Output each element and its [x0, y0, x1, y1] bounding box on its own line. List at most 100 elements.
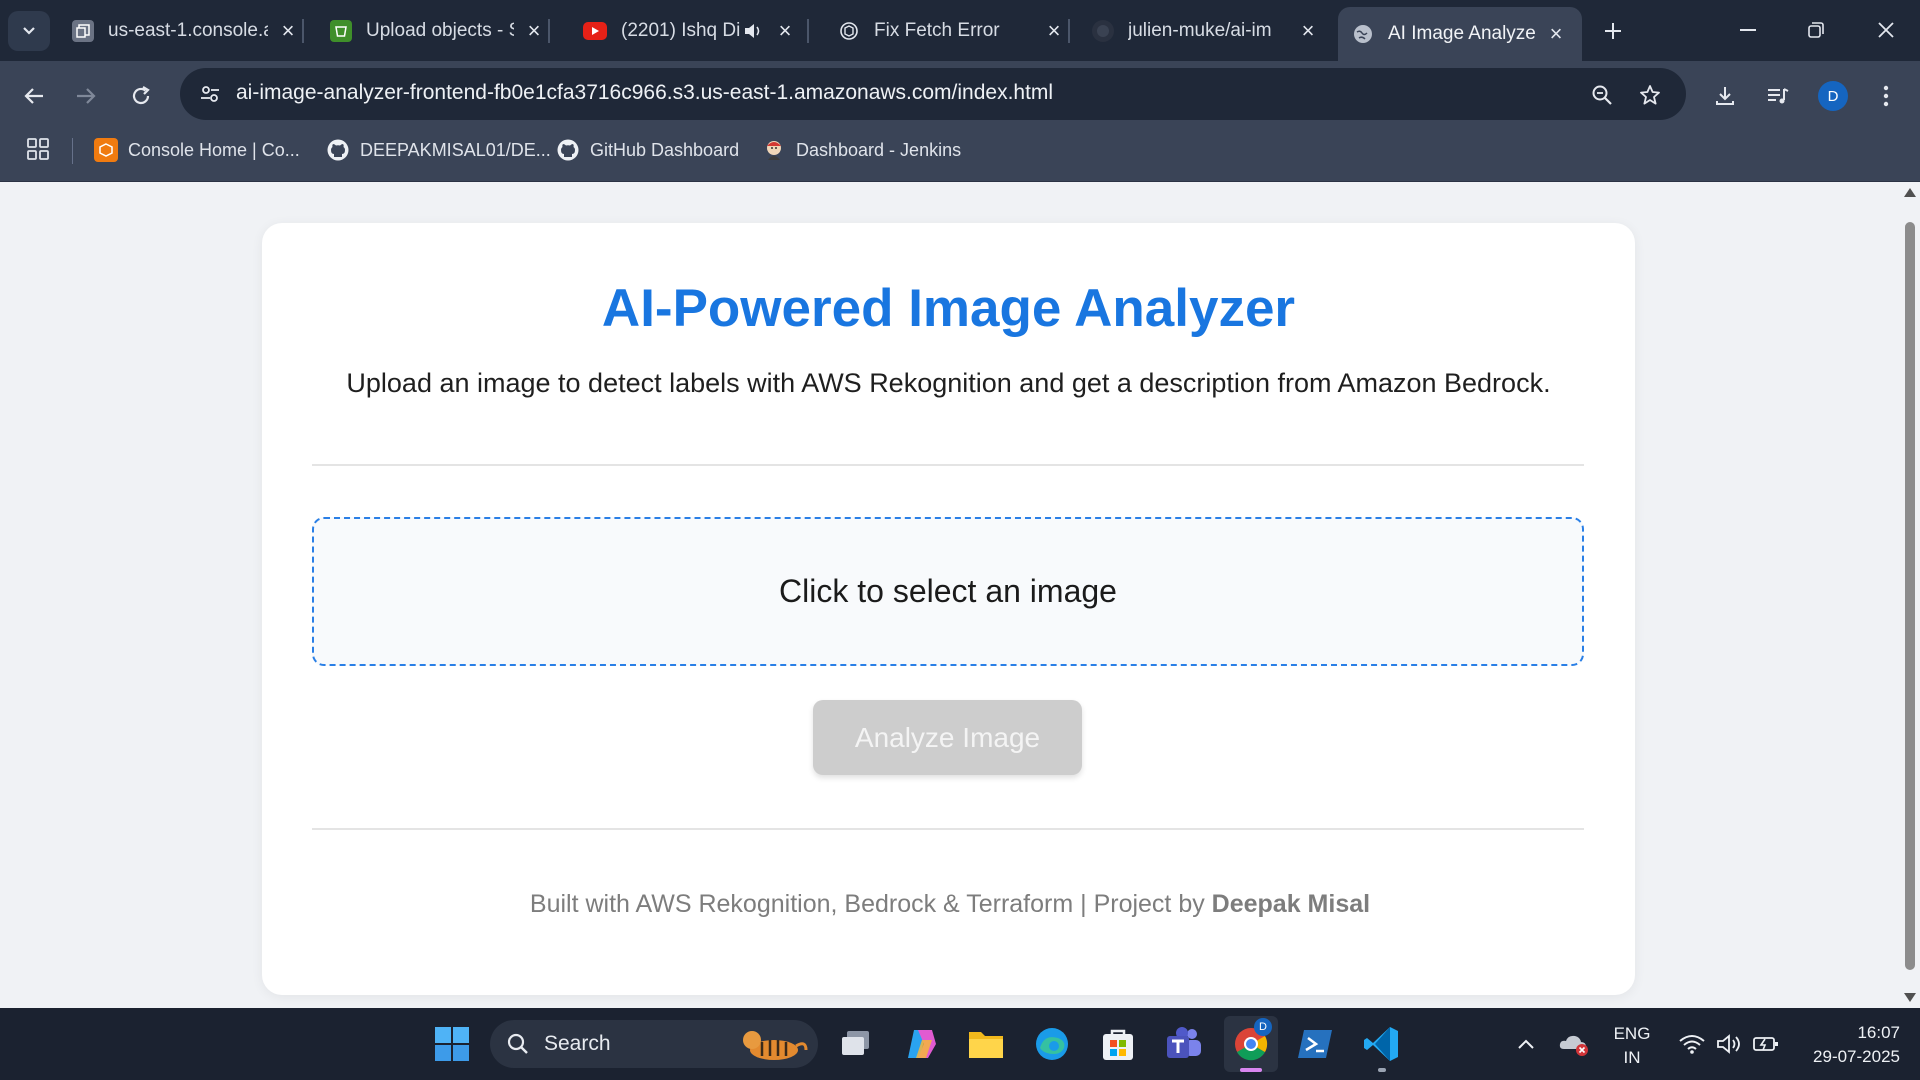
active-app-indicator: [1240, 1068, 1262, 1072]
bookmark-label: GitHub Dashboard: [590, 139, 740, 160]
bookmark-label: DEEPAKMISAL01/DE...: [360, 139, 551, 160]
tab-youtube[interactable]: (2201) Ishq Di B ×: [583, 9, 809, 53]
profile-avatar[interactable]: D: [1818, 81, 1848, 111]
arrow-right-icon: [77, 88, 96, 104]
restore-button[interactable]: [1792, 12, 1840, 48]
bookmark-jenkins[interactable]: Dashboard - Jenkins: [762, 137, 961, 163]
url-text[interactable]: ai-image-analyzer-frontend-fb0e1cfa3716c…: [236, 81, 1053, 105]
page-subtitle: Upload an image to detect labels with AW…: [346, 368, 1551, 398]
divider-top: [312, 464, 1584, 466]
close-icon[interactable]: ×: [520, 17, 548, 45]
tab-search-button[interactable]: [8, 11, 50, 51]
tiger-widget-icon: [743, 1031, 808, 1060]
minimize-button[interactable]: [1724, 12, 1772, 48]
page-title: AI-Powered Image Analyzer: [601, 279, 1296, 338]
apps-grid-icon[interactable]: [26, 137, 50, 166]
reload-icon: [132, 86, 150, 105]
close-icon[interactable]: ×: [1294, 17, 1322, 45]
edge-browser-icon[interactable]: [1028, 1020, 1076, 1068]
speaker-icon[interactable]: [741, 22, 765, 40]
close-window-button[interactable]: [1862, 12, 1910, 48]
bookmark-console-home[interactable]: Console Home | Co...: [94, 137, 300, 163]
microsoft-store-icon[interactable]: [1094, 1020, 1142, 1068]
media-control-icon[interactable]: [1758, 76, 1798, 116]
close-icon[interactable]: ×: [1542, 20, 1570, 48]
taskbar-search[interactable]: Search: [490, 1020, 818, 1068]
chrome-taskbar-icon[interactable]: D: [1224, 1016, 1278, 1072]
bookmark-label: Dashboard - Jenkins: [796, 139, 962, 160]
bookmark-star-icon[interactable]: [1634, 79, 1666, 111]
tab-console[interactable]: us-east-1.console.a ×: [72, 9, 304, 53]
bookmark-github-dashboard[interactable]: GitHub Dashboard: [556, 137, 739, 163]
globe-tab-icon: [1352, 23, 1374, 45]
bookmark-separator: [72, 138, 73, 164]
vscode-icon[interactable]: [1358, 1020, 1406, 1072]
tab-separator: [1068, 19, 1070, 43]
tab-title: Upload objects - S: [366, 20, 514, 41]
github-tab-icon: [1092, 20, 1114, 42]
reload-button[interactable]: [121, 76, 161, 116]
restore-icon: [1808, 22, 1824, 38]
tab-ai-image-analyzer[interactable]: AI Image Analyzer ×: [1338, 7, 1582, 61]
browser-toolbar: ai-image-analyzer-frontend-fb0e1cfa3716c…: [0, 61, 1920, 131]
chevron-down-icon: [23, 27, 35, 35]
site-info-icon[interactable]: [194, 78, 226, 110]
volume-icon: [1717, 1034, 1740, 1054]
windows-start-icon[interactable]: [428, 1020, 476, 1068]
tab-title: julien-muke/ai-im: [1128, 20, 1272, 41]
task-view-icon[interactable]: [832, 1020, 880, 1068]
divider-bottom: [312, 828, 1584, 830]
bookmark-deepakmisal-repo[interactable]: DEEPAKMISAL01/DE...: [326, 137, 551, 163]
footer-author: Deepak Misal: [1211, 890, 1371, 918]
language-indicator[interactable]: ENG IN: [1606, 1022, 1658, 1070]
battery-charging-icon: [1753, 1037, 1778, 1051]
page-scrollbar[interactable]: [1900, 182, 1920, 1008]
s3-tab-icon: [330, 20, 352, 42]
tab-github-repo[interactable]: julien-muke/ai-im ×: [1092, 9, 1322, 53]
taskbar-clock[interactable]: 16:07 29-07-2025: [1790, 1021, 1908, 1069]
chatgpt-tab-icon: [838, 20, 860, 42]
tab-title: AI Image Analyzer: [1388, 23, 1536, 44]
powershell-icon[interactable]: [1292, 1020, 1340, 1068]
plus-icon: [1605, 23, 1621, 39]
aws-icon: [94, 138, 118, 162]
image-dropzone[interactable]: Click to select an image: [312, 517, 1584, 666]
github-icon: [556, 138, 580, 162]
dropzone-label: Click to select an image: [779, 573, 1117, 609]
youtube-tab-icon: [583, 22, 607, 40]
search-label: Search: [544, 1032, 611, 1055]
close-icon[interactable]: ×: [1040, 17, 1068, 45]
scroll-down-arrow[interactable]: [1904, 993, 1916, 1002]
back-button[interactable]: [14, 76, 54, 116]
more-menu-icon[interactable]: [1866, 76, 1906, 116]
forward-button[interactable]: [66, 76, 106, 116]
language-code: ENG: [1613, 1024, 1651, 1043]
scroll-up-arrow[interactable]: [1904, 188, 1916, 197]
page-footer: Built with AWS Rekognition, Bedrock & Te…: [0, 890, 1900, 919]
github-icon: [326, 138, 350, 162]
teams-icon[interactable]: [1160, 1020, 1208, 1068]
console-tab-icon: [72, 20, 94, 42]
copilot-icon[interactable]: [898, 1020, 946, 1068]
tab-separator: [807, 19, 809, 43]
zoom-icon[interactable]: [1586, 79, 1618, 111]
scroll-thumb[interactable]: [1905, 222, 1915, 970]
tab-separator: [302, 19, 304, 43]
quick-settings[interactable]: [1664, 1020, 1794, 1068]
tab-fix-fetch-error[interactable]: Fix Fetch Error ×: [838, 9, 1070, 53]
downloads-icon[interactable]: [1705, 76, 1745, 116]
tab-title: us-east-1.console.a: [108, 20, 268, 41]
new-tab-button[interactable]: [1596, 14, 1630, 48]
close-icon[interactable]: ×: [274, 17, 302, 45]
tab-strip: us-east-1.console.a × Upload objects - S…: [0, 0, 1920, 61]
clock-time: 16:07: [1857, 1023, 1900, 1042]
close-icon[interactable]: ×: [771, 17, 799, 45]
analyze-image-button[interactable]: Analyze Image: [813, 700, 1082, 775]
show-hidden-icons[interactable]: [1502, 1020, 1550, 1068]
tab-upload-objects[interactable]: Upload objects - S ×: [330, 9, 550, 53]
address-bar[interactable]: ai-image-analyzer-frontend-fb0e1cfa3716c…: [180, 68, 1686, 120]
file-explorer-icon[interactable]: [962, 1020, 1010, 1068]
arrow-left-icon: [24, 88, 43, 104]
clock-date: 29-07-2025: [1813, 1047, 1900, 1066]
onedrive-error-icon[interactable]: [1550, 1020, 1598, 1068]
